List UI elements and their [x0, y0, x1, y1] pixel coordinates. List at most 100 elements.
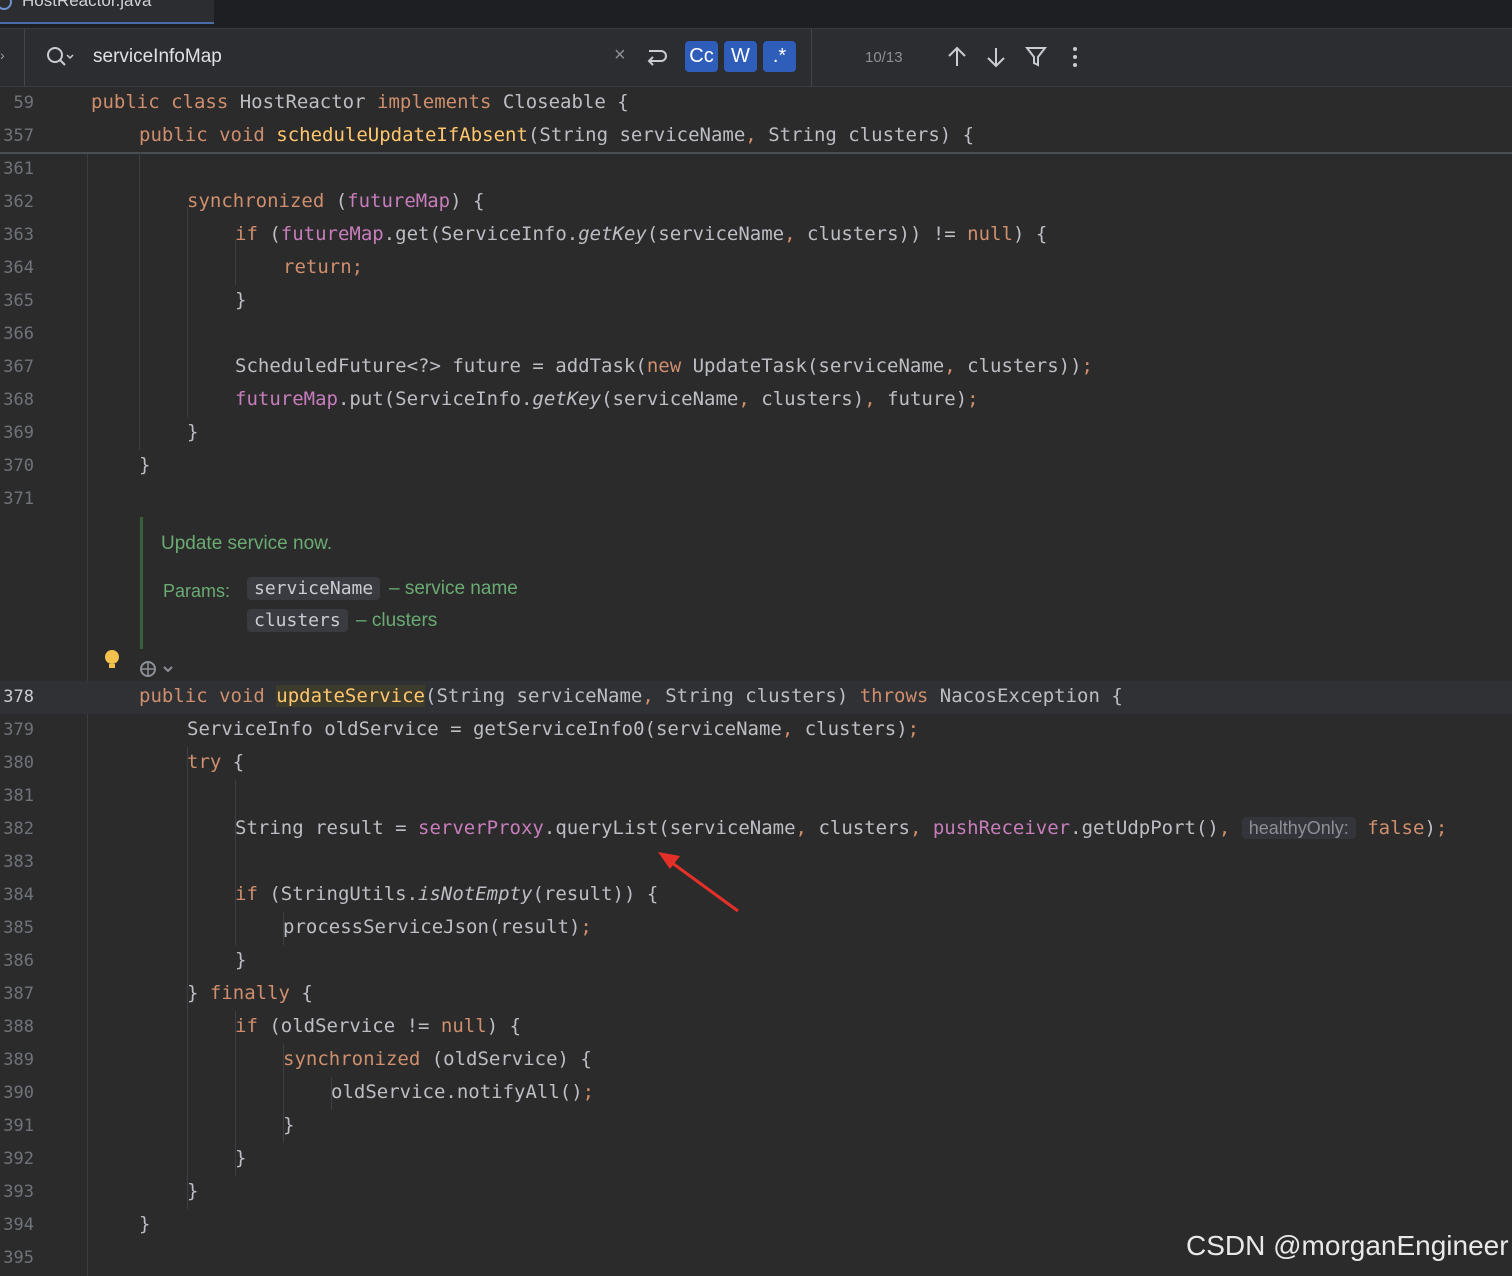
- line-number[interactable]: 390: [0, 1083, 34, 1103]
- code-text[interactable]: }: [139, 1213, 150, 1235]
- code-text[interactable]: oldService.notifyAll();: [331, 1081, 594, 1103]
- code-text[interactable]: }: [235, 1147, 246, 1169]
- line-number[interactable]: 59: [0, 93, 34, 113]
- code-text[interactable]: public void scheduleUpdateIfAbsent(Strin…: [139, 124, 974, 146]
- code-line[interactable]: 363 if (futureMap.get(ServiceInfo.getKey(…: [0, 219, 1512, 252]
- line-number[interactable]: 378: [0, 687, 34, 707]
- code-text[interactable]: synchronized (futureMap) {: [187, 190, 484, 212]
- line-number[interactable]: 367: [0, 357, 34, 377]
- line-number[interactable]: 370: [0, 456, 34, 476]
- code-text[interactable]: synchronized (oldService) {: [283, 1048, 592, 1070]
- code-line[interactable]: 378 public void updateService(String serv…: [0, 681, 1512, 714]
- line-number[interactable]: 389: [0, 1050, 34, 1070]
- code-line[interactable]: 391}: [0, 1110, 1512, 1143]
- line-number[interactable]: 391: [0, 1116, 34, 1136]
- code-text[interactable]: return;: [283, 256, 363, 278]
- clear-icon[interactable]: ×: [614, 44, 626, 67]
- expand-replace-icon[interactable]: ›: [0, 47, 5, 63]
- line-number[interactable]: 387: [0, 984, 34, 1004]
- line-number[interactable]: 393: [0, 1182, 34, 1202]
- code-text[interactable]: }: [235, 289, 246, 311]
- match-case-toggle[interactable]: Cc: [685, 41, 718, 72]
- code-line[interactable]: 383: [0, 846, 1512, 879]
- code-line[interactable]: 393}: [0, 1176, 1512, 1209]
- code-text[interactable]: String result = serverProxy.queryList(se…: [235, 817, 1447, 839]
- code-line[interactable]: 380 try {: [0, 747, 1512, 780]
- code-text[interactable]: public void updateService(String service…: [139, 685, 1123, 707]
- line-number[interactable]: 364: [0, 258, 34, 278]
- code-text[interactable]: } finally {: [187, 982, 313, 1004]
- code-line[interactable]: 366: [0, 318, 1512, 351]
- code-line[interactable]: 392}: [0, 1143, 1512, 1176]
- line-number[interactable]: 380: [0, 753, 34, 773]
- code-text[interactable]: if (StringUtils.isNotEmpty(result)) {: [235, 883, 658, 905]
- code-text[interactable]: ServiceInfo oldService = getServiceInfo0…: [187, 718, 919, 740]
- code-line[interactable]: 357 public void scheduleUpdateIfAbsent(St…: [0, 120, 1512, 153]
- line-number[interactable]: 388: [0, 1017, 34, 1037]
- code-text[interactable]: }: [235, 949, 246, 971]
- line-number[interactable]: 392: [0, 1149, 34, 1169]
- line-number[interactable]: 394: [0, 1215, 34, 1235]
- line-number[interactable]: 382: [0, 819, 34, 839]
- code-line[interactable]: 369}: [0, 417, 1512, 450]
- code-line[interactable]: 389 synchronized (oldService) {: [0, 1044, 1512, 1077]
- wrap-icon[interactable]: [645, 45, 669, 71]
- line-number[interactable]: 365: [0, 291, 34, 311]
- line-number[interactable]: 384: [0, 885, 34, 905]
- line-number[interactable]: 383: [0, 852, 34, 872]
- lightbulb-icon[interactable]: [103, 649, 121, 675]
- more-icon[interactable]: [1066, 45, 1084, 73]
- code-line[interactable]: 385 processServiceJson(result);: [0, 912, 1512, 945]
- code-text[interactable]: ScheduledFuture<?> future = addTask(new …: [235, 355, 1093, 377]
- line-number[interactable]: 386: [0, 951, 34, 971]
- code-line[interactable]: 387 } finally {: [0, 978, 1512, 1011]
- code-text[interactable]: if (futureMap.get(ServiceInfo.getKey(ser…: [235, 223, 1047, 245]
- search-input[interactable]: [93, 43, 593, 71]
- code-line[interactable]: 368 futureMap.put(ServiceInfo.getKey(serv…: [0, 384, 1512, 417]
- ai-assistant-icon[interactable]: [139, 659, 177, 683]
- code-line[interactable]: 361: [0, 153, 1512, 186]
- code-line[interactable]: 367 ScheduledFuture<?> future = addTask(n…: [0, 351, 1512, 384]
- arrow-up-icon[interactable]: [946, 45, 968, 73]
- search-icon[interactable]: [46, 46, 74, 72]
- code-line[interactable]: 370}: [0, 450, 1512, 483]
- line-number[interactable]: 381: [0, 786, 34, 806]
- code-text[interactable]: }: [187, 421, 198, 443]
- line-number[interactable]: 366: [0, 324, 34, 344]
- whole-words-toggle[interactable]: W: [724, 41, 757, 72]
- code-text[interactable]: public class HostReactor implements Clos…: [91, 91, 629, 113]
- line-number[interactable]: 395: [0, 1248, 34, 1268]
- line-number[interactable]: 357: [0, 126, 34, 146]
- code-text[interactable]: try {: [187, 751, 244, 773]
- line-number[interactable]: 361: [0, 159, 34, 179]
- code-text[interactable]: futureMap.put(ServiceInfo.getKey(service…: [235, 388, 979, 410]
- filter-icon[interactable]: [1024, 45, 1048, 73]
- code-line[interactable]: 382 String result = serverProxy.queryList…: [0, 813, 1512, 846]
- line-number[interactable]: 371: [0, 489, 34, 509]
- code-text[interactable]: processServiceJson(result);: [283, 916, 592, 938]
- code-line[interactable]: 386}: [0, 945, 1512, 978]
- code-line[interactable]: 379 ServiceInfo oldService = getServiceIn…: [0, 714, 1512, 747]
- line-number[interactable]: 385: [0, 918, 34, 938]
- code-text[interactable]: if (oldService != null) {: [235, 1015, 521, 1037]
- code-line[interactable]: 364 return;: [0, 252, 1512, 285]
- code-line[interactable]: 365}: [0, 285, 1512, 318]
- code-line[interactable]: 59 public class HostReactor implements Cl…: [0, 87, 1512, 120]
- line-number[interactable]: 368: [0, 390, 34, 410]
- line-number[interactable]: 362: [0, 192, 34, 212]
- regex-toggle[interactable]: .*: [763, 41, 796, 72]
- code-line[interactable]: 384 if (StringUtils.isNotEmpty(result)) {: [0, 879, 1512, 912]
- code-text[interactable]: }: [187, 1180, 198, 1202]
- code-line[interactable]: 362 synchronized (futureMap) {: [0, 186, 1512, 219]
- arrow-down-icon[interactable]: [985, 45, 1007, 73]
- code-line[interactable]: 390 oldService.notifyAll();: [0, 1077, 1512, 1110]
- code-line[interactable]: 388 if (oldService != null) {: [0, 1011, 1512, 1044]
- line-number[interactable]: 379: [0, 720, 34, 740]
- code-text[interactable]: }: [283, 1114, 294, 1136]
- editor-tab-hostreactor[interactable]: HostReactor.java: [0, 0, 214, 24]
- code-line[interactable]: 381: [0, 780, 1512, 813]
- line-number[interactable]: 363: [0, 225, 34, 245]
- code-editor[interactable]: Update service now. Params: serviceName …: [0, 87, 1512, 1276]
- line-number[interactable]: 369: [0, 423, 34, 443]
- code-line[interactable]: 371: [0, 483, 1512, 516]
